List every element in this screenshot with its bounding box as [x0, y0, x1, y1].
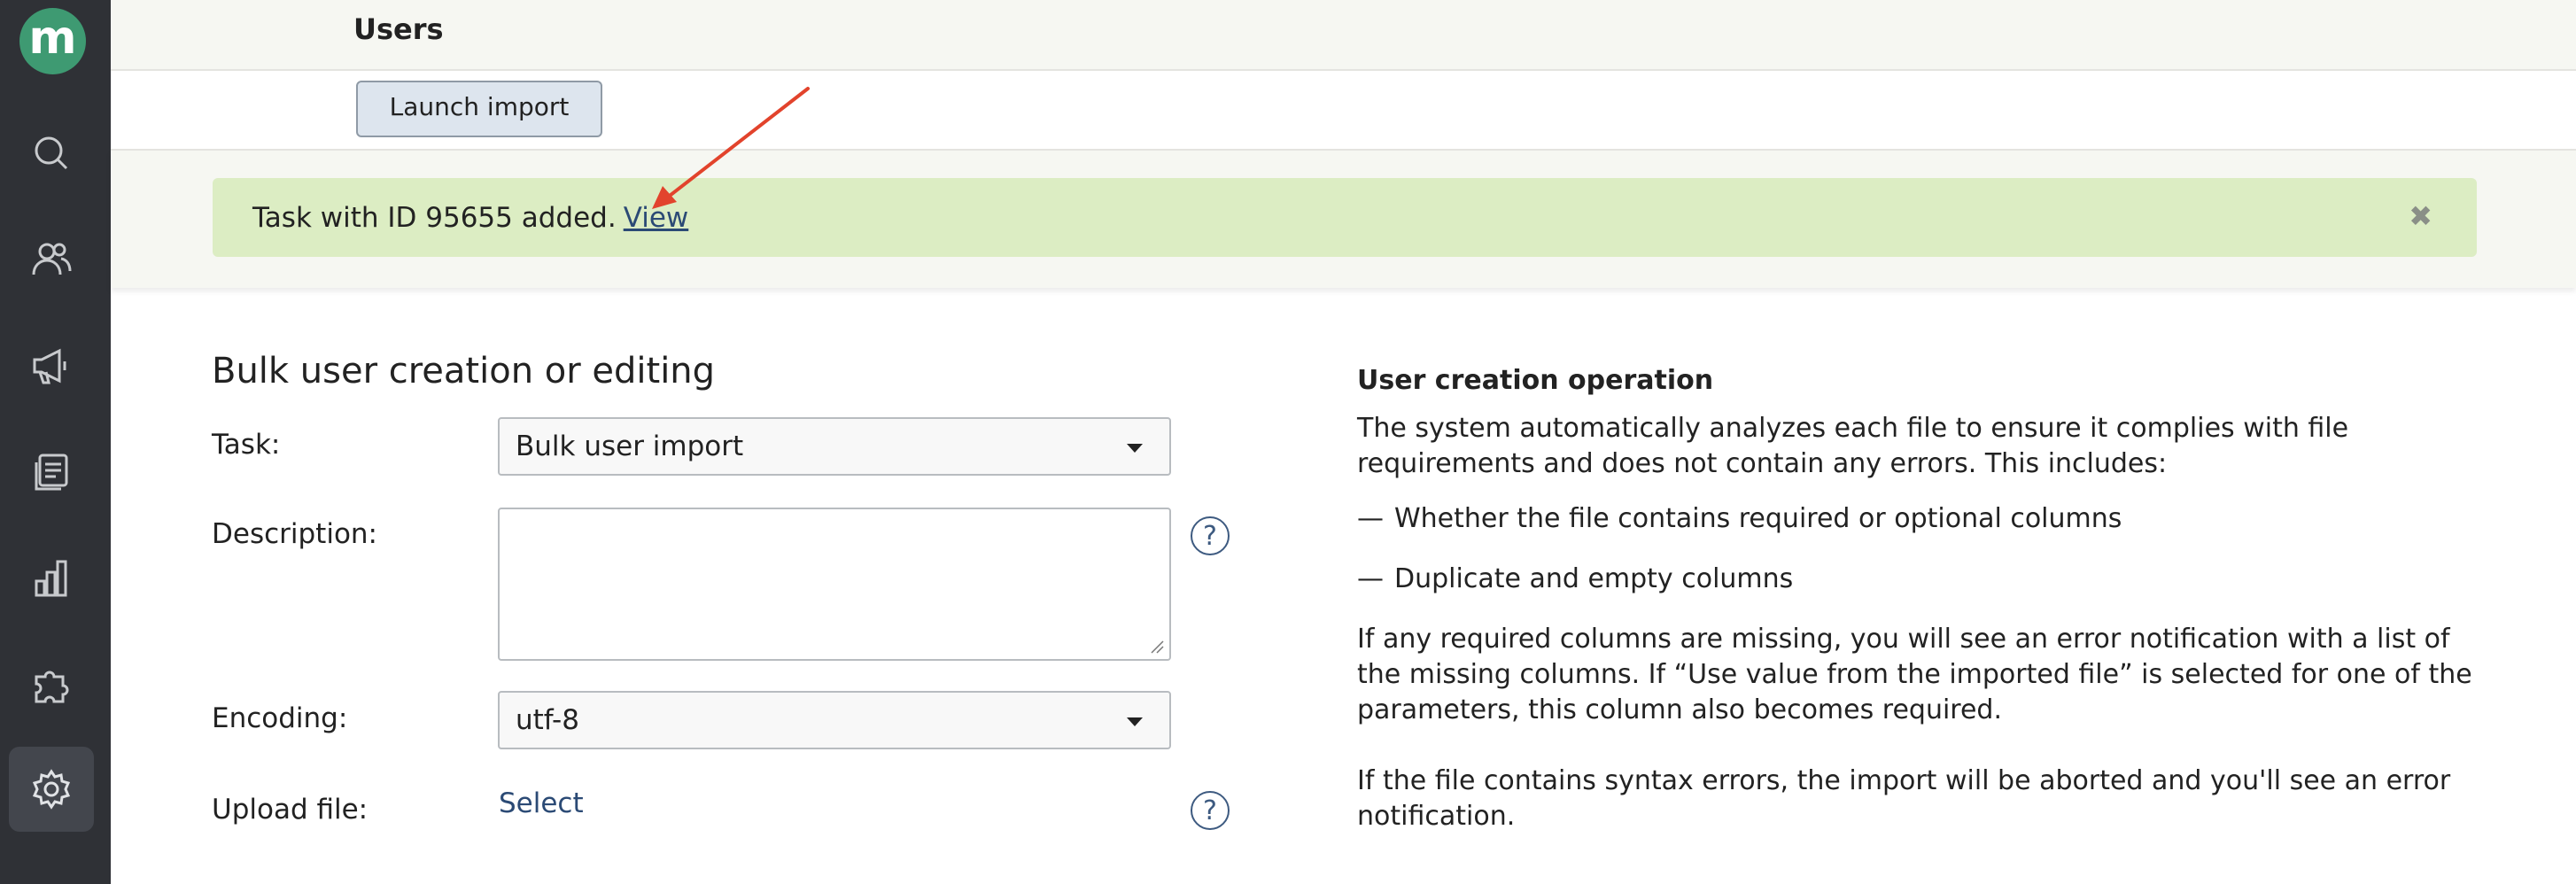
sidebar-item-settings[interactable]	[9, 747, 94, 832]
chevron-down-icon	[1127, 717, 1143, 726]
sidebar-item-courses[interactable]	[9, 430, 94, 515]
task-select-value: Bulk user import	[516, 430, 744, 462]
encoding-label: Encoding:	[212, 702, 348, 734]
sidebar-item-users[interactable]	[9, 217, 94, 302]
info-panel: User creation operation The system autom…	[1357, 363, 2482, 854]
info-syntax-errors: If the file contains syntax errors, the …	[1357, 765, 2451, 832]
select-file-link[interactable]: Select	[499, 787, 584, 819]
upload-file-label: Upload file:	[212, 794, 369, 826]
success-notification: Task with ID 95655 added. View ✖	[213, 178, 2477, 257]
list-item: — Whether the file contains required or …	[1357, 501, 2482, 537]
view-task-link[interactable]: View	[624, 202, 689, 234]
launch-import-button[interactable]: Launch import	[356, 81, 602, 137]
list-item: — Duplicate and empty columns	[1357, 562, 2482, 597]
megaphone-icon	[33, 348, 66, 384]
notification-text: Task with ID 95655 added.	[252, 201, 617, 234]
puzzle-icon	[35, 671, 69, 703]
bullet-dash: —	[1357, 563, 1384, 594]
sidebar: m	[0, 0, 111, 884]
description-help-icon[interactable]: ?	[1191, 516, 1230, 555]
top-header: Users	[111, 0, 2576, 71]
sidebar-item-reports[interactable]	[9, 536, 94, 621]
info-intro: The system automatically analyzes each f…	[1357, 413, 2349, 479]
sidebar-item-search[interactable]	[9, 111, 94, 196]
app-logo[interactable]: m	[19, 8, 86, 74]
encoding-select[interactable]: utf-8	[498, 691, 1171, 749]
sidebar-item-extensions[interactable]	[9, 642, 94, 727]
bar-chart-icon	[35, 560, 67, 597]
action-bar: Launch import	[111, 71, 2576, 151]
task-label: Task:	[212, 429, 281, 461]
notification-area: Task with ID 95655 added. View ✖	[111, 151, 2576, 288]
task-select[interactable]: Bulk user import	[498, 417, 1171, 476]
description-label: Description:	[212, 518, 377, 550]
close-icon[interactable]: ✖	[2409, 199, 2432, 233]
info-title: User creation operation	[1357, 365, 1714, 396]
users-icon	[32, 243, 72, 275]
bullet-text: Duplicate and empty columns	[1394, 563, 1794, 594]
info-required-columns: If any required columns are missing, you…	[1357, 624, 2472, 725]
search-icon	[35, 136, 68, 170]
description-textarea[interactable]	[498, 508, 1171, 661]
documents-icon	[35, 454, 68, 491]
upload-help-icon[interactable]: ?	[1191, 791, 1230, 830]
encoding-select-value: utf-8	[516, 704, 579, 736]
chevron-down-icon	[1127, 444, 1143, 453]
page-title: Users	[353, 12, 444, 46]
gear-icon	[32, 769, 71, 810]
form-title: Bulk user creation or editing	[212, 351, 716, 392]
bullet-dash: —	[1357, 503, 1384, 534]
sidebar-item-announcements[interactable]	[9, 323, 94, 408]
bullet-text: Whether the file contains required or op…	[1394, 503, 2122, 534]
resize-handle-icon[interactable]	[1148, 638, 1164, 654]
